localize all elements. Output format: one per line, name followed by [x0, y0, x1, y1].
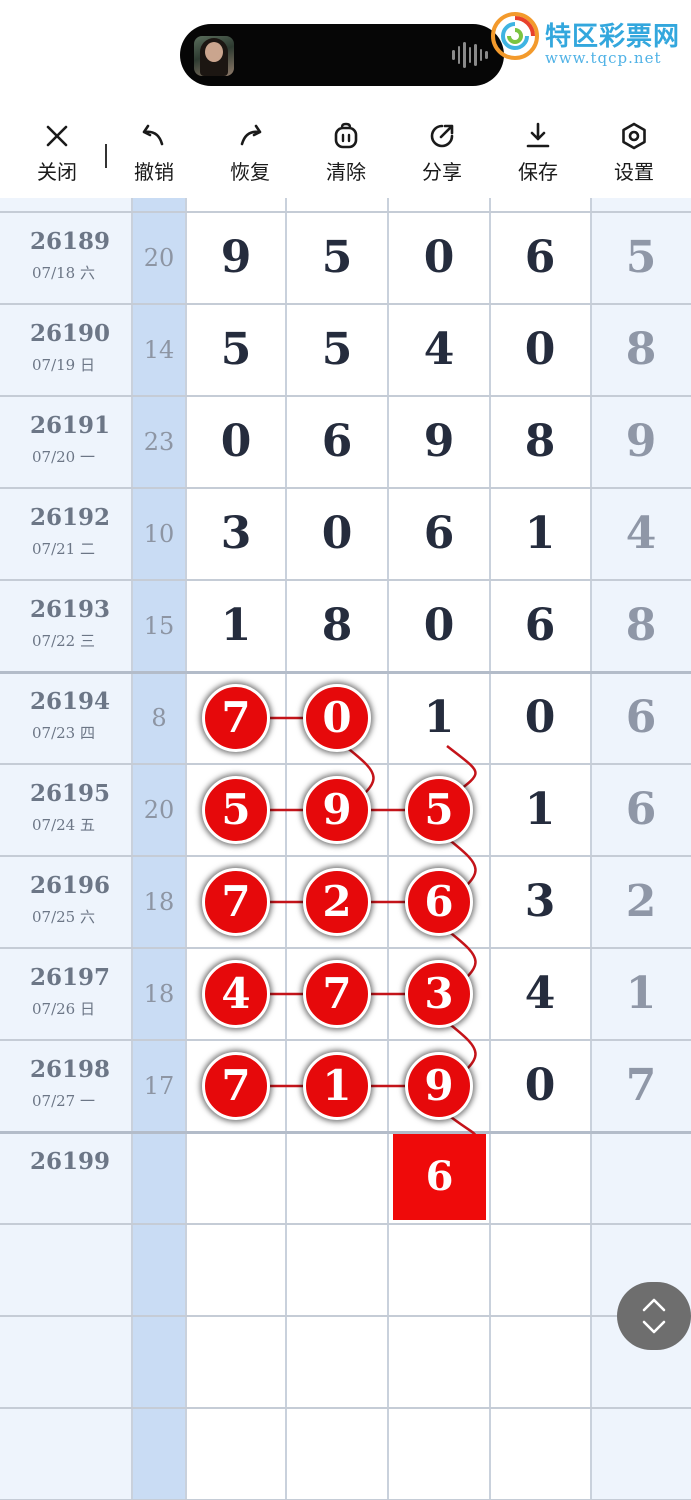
highlighted-digit-ball[interactable]: 6: [405, 868, 473, 936]
close-icon: [46, 125, 68, 147]
share-label: 分享: [422, 160, 462, 184]
redo-icon: [240, 124, 262, 146]
settings-hexagon-icon: [622, 122, 646, 150]
settings-button[interactable]: 设置: [594, 112, 674, 192]
highlighted-digit-ball[interactable]: 2: [303, 868, 371, 936]
trend-chart-grid: 26189 07/18 六 20 9 5 0 6 5 26190 07/19 日 14 5 5 4 0 8 26…: [0, 198, 691, 1500]
undo-icon: [142, 124, 164, 146]
toolbar: 关闭 撤销 恢复 清除 分享 保存 设置: [0, 112, 691, 198]
highlighted-digit-ball[interactable]: 7: [202, 684, 270, 752]
highlighted-digit-ball[interactable]: 3: [405, 960, 473, 1028]
toolbar-divider: [105, 144, 107, 168]
predicted-digit-cell[interactable]: 6: [393, 1134, 486, 1220]
settings-label: 设置: [614, 160, 654, 184]
scroll-toggle-button[interactable]: [617, 1282, 691, 1350]
redo-button[interactable]: 恢复: [210, 112, 290, 192]
share-icon: [430, 124, 454, 148]
logo-name: 特区彩票网: [545, 22, 681, 52]
logo-url: www.tqcp.net: [545, 49, 662, 67]
download-icon: [526, 122, 550, 148]
highlighted-digit-ball[interactable]: 9: [303, 776, 371, 844]
highlighted-digit-ball[interactable]: 0: [303, 684, 371, 752]
swirl-logo-icon: [491, 12, 539, 60]
undo-label: 撤销: [134, 160, 174, 184]
highlighted-digit-ball[interactable]: 9: [405, 1052, 473, 1120]
highlighted-digit-ball[interactable]: 5: [405, 776, 473, 844]
close-button[interactable]: 关闭: [17, 112, 97, 192]
highlighted-digit-ball[interactable]: 7: [202, 1052, 270, 1120]
save-button[interactable]: 保存: [498, 112, 578, 192]
highlighted-digit-ball[interactable]: 7: [303, 960, 371, 1028]
clear-label: 清除: [326, 160, 366, 184]
dynamic-island: [180, 24, 504, 86]
highlighted-digit-ball[interactable]: 1: [303, 1052, 371, 1120]
save-label: 保存: [518, 160, 558, 184]
trash-icon: [334, 122, 358, 149]
highlighted-digit-ball[interactable]: 4: [202, 960, 270, 1028]
share-button[interactable]: 分享: [402, 112, 482, 192]
highlighted-digit-ball[interactable]: 7: [202, 868, 270, 936]
chevron-up-down-icon: [642, 1298, 666, 1334]
undo-button[interactable]: 撤销: [114, 112, 194, 192]
close-label: 关闭: [37, 160, 77, 184]
audio-waveform-icon: [452, 42, 489, 68]
now-playing-thumbnail[interactable]: [194, 36, 234, 76]
trend-link-lines: [236, 716, 477, 1159]
highlighted-digit-ball[interactable]: 5: [202, 776, 270, 844]
clear-button[interactable]: 清除: [306, 112, 386, 192]
site-watermark: 特区彩票网 www.tqcp.net: [489, 8, 689, 68]
redo-label: 恢复: [230, 160, 270, 184]
